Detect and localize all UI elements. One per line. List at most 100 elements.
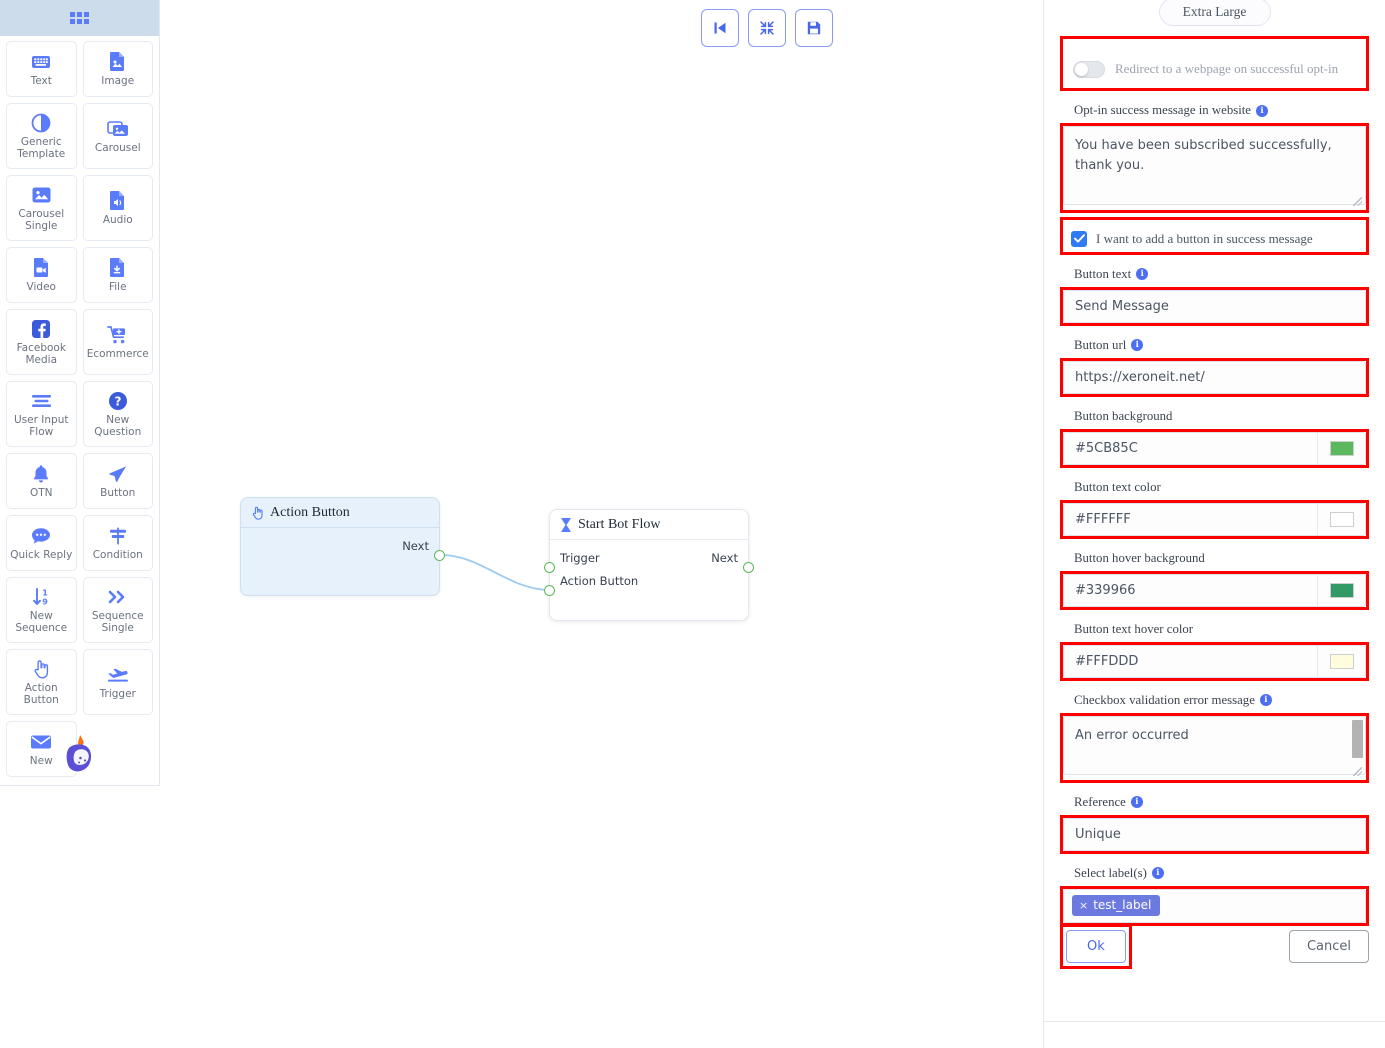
sidebar-item-label: Condition — [92, 548, 143, 561]
cancel-button[interactable]: Cancel — [1288, 930, 1369, 963]
button-text-color-input[interactable] — [1064, 503, 1317, 535]
info-icon[interactable]: i — [1259, 694, 1272, 706]
button-url-input[interactable] — [1063, 360, 1366, 394]
info-icon[interactable]: i — [1136, 268, 1149, 280]
color-cell[interactable] — [1317, 503, 1365, 535]
color-cell[interactable] — [1317, 574, 1365, 606]
sidebar-item-button[interactable]: Button — [82, 453, 153, 509]
info-icon[interactable]: i — [1131, 339, 1144, 351]
sidebar-item-new-sequence[interactable]: 19 New Sequence — [6, 577, 77, 643]
sidebar-item-label: Video — [26, 280, 56, 293]
button-background-swatch[interactable] — [1329, 440, 1354, 456]
canvas-toolbar — [701, 9, 833, 47]
button-text-hover-color-swatch[interactable] — [1329, 653, 1354, 669]
textarea-scrollbar[interactable] — [1352, 719, 1363, 758]
sidebar-item-carousel[interactable]: Carousel — [82, 103, 153, 169]
sidebar-item-action-button[interactable]: Action Button — [6, 649, 77, 715]
output-port-next[interactable] — [434, 550, 445, 561]
sidebar-item-file[interactable]: File — [82, 247, 153, 303]
info-icon[interactable]: i — [1130, 796, 1143, 808]
checkbox-error-textarea[interactable] — [1063, 715, 1366, 775]
optin-message-label-row: Opt-in success message in website i — [1074, 103, 1369, 118]
sidebar-item-carousel-single[interactable]: Carousel Single — [6, 175, 77, 241]
input-port-action-button[interactable] — [544, 585, 555, 596]
sidebar-item-label: Button — [100, 486, 136, 499]
redirect-toggle-switch[interactable] — [1073, 61, 1105, 78]
ok-button[interactable]: Ok — [1066, 930, 1126, 963]
button-hover-background-swatch[interactable] — [1329, 582, 1354, 598]
button-text-hover-color-input[interactable] — [1064, 645, 1317, 677]
sidebar-item-label: Sequence Single — [91, 609, 144, 634]
button-background-label: Button background — [1074, 408, 1173, 423]
hand-pointer-icon — [32, 658, 50, 680]
checkbox-error-label: Checkbox validation error message — [1074, 692, 1255, 707]
sidebar-item-audio[interactable]: Audio — [82, 175, 153, 241]
grid-apps-icon[interactable] — [70, 12, 89, 24]
size-selector[interactable]: Extra Large — [1158, 0, 1271, 26]
sidebar-item-otn[interactable]: OTN — [6, 453, 77, 509]
fit-to-screen-button[interactable] — [748, 9, 786, 47]
facebook-icon — [31, 318, 51, 340]
sidebar-item-condition[interactable]: Condition — [82, 515, 153, 571]
sidebar-item-label: Audio — [102, 213, 133, 226]
button-hover-background-input[interactable] — [1064, 574, 1317, 606]
save-button[interactable] — [795, 9, 833, 47]
redirect-toggle-label: Redirect to a webpage on successful opt-… — [1115, 61, 1339, 77]
button-hover-background-label: Button hover background — [1074, 550, 1205, 565]
color-cell[interactable] — [1317, 645, 1365, 677]
node-action-button[interactable]: Action Button Next — [240, 497, 445, 596]
input-port-trigger[interactable] — [544, 562, 555, 573]
reference-label: Reference — [1074, 794, 1126, 809]
add-button-checkbox-row[interactable]: I want to add a button in success messag… — [1063, 226, 1366, 252]
output-port-next[interactable] — [743, 562, 754, 573]
sidebar-item-label: Trigger — [99, 687, 136, 700]
button-text-hover-color-highlight — [1060, 641, 1369, 681]
sidebar-item-label: OTN — [29, 486, 53, 499]
reference-input[interactable] — [1063, 817, 1366, 851]
label-tag[interactable]: × test_label — [1072, 895, 1161, 916]
sidebar-item-label: New Sequence — [15, 609, 68, 634]
sidebar-item-video[interactable]: Video — [6, 247, 77, 303]
info-icon[interactable]: i — [1255, 104, 1268, 117]
reference-highlight — [1060, 814, 1369, 854]
flame-bot-logo — [66, 735, 91, 772]
sidebar-item-label: Quick Reply — [10, 548, 73, 561]
add-button-checkbox[interactable] — [1071, 230, 1087, 247]
button-url-highlight — [1060, 357, 1369, 397]
sidebar-item-sequence-single[interactable]: Sequence Single — [82, 577, 153, 643]
toggle-knob — [1075, 63, 1088, 76]
button-background-input[interactable] — [1064, 432, 1317, 464]
color-cell[interactable] — [1317, 432, 1365, 464]
button-text-color-label: Button text color — [1074, 479, 1161, 494]
sidebar-item-text[interactable]: Text — [6, 41, 77, 97]
node-output-row: Next — [251, 534, 429, 557]
sidebar-item-generic-template[interactable]: Generic Template — [6, 103, 77, 169]
node-port-row: Trigger Next — [560, 546, 738, 569]
panel-footer: Ok Cancel — [1060, 924, 1369, 969]
sidebar-item-trigger[interactable]: Trigger — [82, 649, 153, 715]
sidebar-item-facebook-media[interactable]: Facebook Media — [6, 309, 77, 375]
sidebar-item-image[interactable]: Image — [82, 41, 153, 97]
svg-text:1: 1 — [42, 588, 48, 597]
button-text-input[interactable] — [1063, 289, 1366, 323]
button-text-color-swatch[interactable] — [1329, 511, 1354, 527]
skip-back-icon — [714, 22, 726, 34]
node-start-bot-flow[interactable]: Start Bot Flow Trigger Next Action Butto… — [544, 509, 754, 621]
info-icon[interactable]: i — [1151, 867, 1164, 879]
sidebar-item-ecommerce[interactable]: Ecommerce — [82, 309, 153, 375]
sidebar-item-quick-reply[interactable]: Quick Reply — [6, 515, 77, 571]
button-text-color-highlight — [1060, 499, 1369, 539]
sidebar-item-user-input-flow[interactable]: User Input Flow — [6, 381, 77, 447]
flow-canvas[interactable]: Action Button Next Start Bot Flow Trigge… — [160, 0, 1044, 1048]
redirect-toggle-highlight: Redirect to a webpage on successful opt-… — [1060, 36, 1369, 91]
node-title-text: Action Button — [270, 505, 350, 520]
sidebar-item-new-question[interactable]: ? New Question — [82, 381, 153, 447]
go-to-start-button[interactable] — [701, 9, 739, 47]
remove-tag-icon[interactable]: × — [1079, 899, 1088, 912]
button-text-label: Button text — [1074, 266, 1132, 281]
app-root: Text Image Generic Template Carousel Car… — [0, 0, 1385, 1048]
optin-message-textarea[interactable] — [1063, 126, 1366, 205]
sort-numeric-icon: 19 — [31, 586, 52, 608]
redirect-toggle-row[interactable]: Redirect to a webpage on successful opt-… — [1063, 51, 1366, 88]
select-labels-box[interactable]: × test_label — [1063, 888, 1366, 923]
